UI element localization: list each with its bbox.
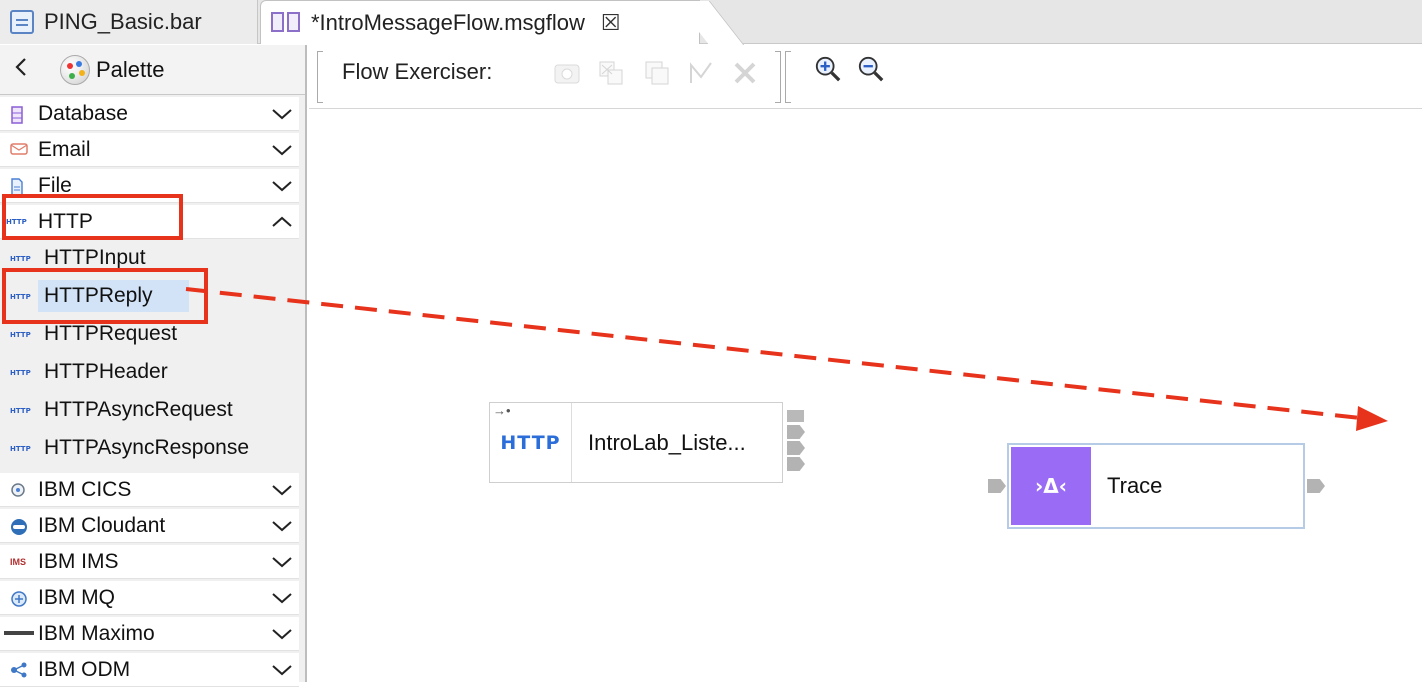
- tab-label: PING_Basic.bar: [44, 9, 202, 34]
- drag-arrow-annotation: [185, 287, 1388, 431]
- close-icon[interactable]: ☒: [601, 10, 621, 36]
- tab-label: *IntroMessageFlow.msgflow: [311, 9, 585, 35]
